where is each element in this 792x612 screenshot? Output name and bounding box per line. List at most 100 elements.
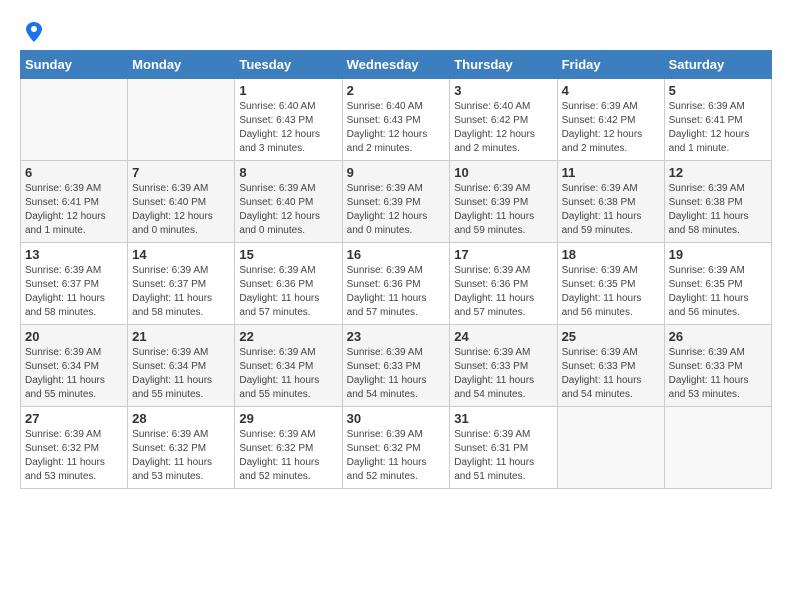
day-detail: Sunrise: 6:39 AM Sunset: 6:37 PM Dayligh… — [132, 264, 230, 320]
page-header — [20, 20, 772, 40]
calendar-cell: 16 Sunrise: 6:39 AM Sunset: 6:36 PM Dayli… — [342, 243, 450, 325]
day-detail: Sunrise: 6:39 AM Sunset: 6:34 PM Dayligh… — [239, 346, 337, 402]
day-number: 31 — [454, 411, 552, 426]
day-detail: Sunrise: 6:39 AM Sunset: 6:32 PM Dayligh… — [132, 428, 230, 484]
day-number: 2 — [347, 83, 446, 98]
calendar-cell: 9 Sunrise: 6:39 AM Sunset: 6:39 PM Daylig… — [342, 161, 450, 243]
day-detail: Sunrise: 6:39 AM Sunset: 6:35 PM Dayligh… — [669, 264, 767, 320]
day-detail: Sunrise: 6:39 AM Sunset: 6:33 PM Dayligh… — [669, 346, 767, 402]
calendar-cell: 20 Sunrise: 6:39 AM Sunset: 6:34 PM Dayli… — [21, 325, 128, 407]
day-number: 22 — [239, 329, 337, 344]
day-detail: Sunrise: 6:39 AM Sunset: 6:39 PM Dayligh… — [454, 182, 552, 238]
day-detail: Sunrise: 6:39 AM Sunset: 6:41 PM Dayligh… — [669, 100, 767, 156]
day-detail: Sunrise: 6:39 AM Sunset: 6:36 PM Dayligh… — [239, 264, 337, 320]
calendar-cell: 1 Sunrise: 6:40 AM Sunset: 6:43 PM Daylig… — [235, 79, 342, 161]
calendar-cell: 24 Sunrise: 6:39 AM Sunset: 6:33 PM Dayli… — [450, 325, 557, 407]
calendar-cell: 12Sunrise: 6:39 AM Sunset: 6:38 PM Dayli… — [664, 161, 771, 243]
day-detail: Sunrise: 6:39 AM Sunset: 6:34 PM Dayligh… — [25, 346, 123, 402]
calendar-cell — [21, 79, 128, 161]
calendar-cell: 11 Sunrise: 6:39 AM Sunset: 6:38 PM Dayli… — [557, 161, 664, 243]
day-detail: Sunrise: 6:39 AM Sunset: 6:33 PM Dayligh… — [454, 346, 552, 402]
logo-icon — [22, 20, 46, 44]
day-number: 16 — [347, 247, 446, 262]
calendar-week-row: 13Sunrise: 6:39 AM Sunset: 6:37 PM Dayli… — [21, 243, 772, 325]
day-number: 1 — [239, 83, 337, 98]
logo — [20, 20, 46, 40]
day-of-week-header: Saturday — [664, 51, 771, 79]
day-number: 8 — [239, 165, 337, 180]
day-number: 5 — [669, 83, 767, 98]
day-of-week-header: Wednesday — [342, 51, 450, 79]
day-number: 10 — [454, 165, 552, 180]
calendar-cell: 27Sunrise: 6:39 AM Sunset: 6:32 PM Dayli… — [21, 407, 128, 489]
day-number: 25 — [562, 329, 660, 344]
day-number: 12 — [669, 165, 767, 180]
calendar-table: SundayMondayTuesdayWednesdayThursdayFrid… — [20, 50, 772, 489]
day-number: 20 — [25, 329, 123, 344]
calendar-cell: 18 Sunrise: 6:39 AM Sunset: 6:35 PM Dayli… — [557, 243, 664, 325]
calendar-cell — [128, 79, 235, 161]
day-detail: Sunrise: 6:39 AM Sunset: 6:35 PM Dayligh… — [562, 264, 660, 320]
day-detail: Sunrise: 6:39 AM Sunset: 6:34 PM Dayligh… — [132, 346, 230, 402]
day-number: 21 — [132, 329, 230, 344]
calendar-cell: 15 Sunrise: 6:39 AM Sunset: 6:36 PM Dayli… — [235, 243, 342, 325]
day-number: 18 — [562, 247, 660, 262]
calendar-cell: 23 Sunrise: 6:39 AM Sunset: 6:33 PM Dayli… — [342, 325, 450, 407]
day-detail: Sunrise: 6:39 AM Sunset: 6:38 PM Dayligh… — [562, 182, 660, 238]
day-number: 9 — [347, 165, 446, 180]
day-detail: Sunrise: 6:39 AM Sunset: 6:41 PM Dayligh… — [25, 182, 123, 238]
day-detail: Sunrise: 6:39 AM Sunset: 6:36 PM Dayligh… — [454, 264, 552, 320]
day-number: 3 — [454, 83, 552, 98]
day-detail: Sunrise: 6:39 AM Sunset: 6:32 PM Dayligh… — [239, 428, 337, 484]
calendar-cell: 26Sunrise: 6:39 AM Sunset: 6:33 PM Dayli… — [664, 325, 771, 407]
calendar-cell: 31 Sunrise: 6:39 AM Sunset: 6:31 PM Dayli… — [450, 407, 557, 489]
calendar-cell: 5 Sunrise: 6:39 AM Sunset: 6:41 PM Daylig… — [664, 79, 771, 161]
day-of-week-header: Thursday — [450, 51, 557, 79]
calendar-week-row: 20 Sunrise: 6:39 AM Sunset: 6:34 PM Dayli… — [21, 325, 772, 407]
calendar-cell: 6 Sunrise: 6:39 AM Sunset: 6:41 PM Daylig… — [21, 161, 128, 243]
day-number: 28 — [132, 411, 230, 426]
calendar-cell: 21 Sunrise: 6:39 AM Sunset: 6:34 PM Dayli… — [128, 325, 235, 407]
day-of-week-header: Friday — [557, 51, 664, 79]
calendar-cell: 7 Sunrise: 6:39 AM Sunset: 6:40 PM Daylig… — [128, 161, 235, 243]
calendar-week-row: 6 Sunrise: 6:39 AM Sunset: 6:41 PM Daylig… — [21, 161, 772, 243]
calendar-cell: 3 Sunrise: 6:40 AM Sunset: 6:42 PM Daylig… — [450, 79, 557, 161]
day-detail: Sunrise: 6:39 AM Sunset: 6:40 PM Dayligh… — [132, 182, 230, 238]
calendar-cell: 19 Sunrise: 6:39 AM Sunset: 6:35 PM Dayli… — [664, 243, 771, 325]
day-detail: Sunrise: 6:40 AM Sunset: 6:43 PM Dayligh… — [239, 100, 337, 156]
day-number: 14 — [132, 247, 230, 262]
calendar-cell — [664, 407, 771, 489]
day-detail: Sunrise: 6:39 AM Sunset: 6:40 PM Dayligh… — [239, 182, 337, 238]
day-detail: Sunrise: 6:39 AM Sunset: 6:33 PM Dayligh… — [562, 346, 660, 402]
day-detail: Sunrise: 6:40 AM Sunset: 6:42 PM Dayligh… — [454, 100, 552, 156]
day-of-week-header: Tuesday — [235, 51, 342, 79]
calendar-week-row: 27 Sunrise: 6:39 AM Sunset: 6:32 PM Dayli… — [21, 407, 772, 489]
calendar-cell: 28 Sunrise: 6:39 AM Sunset: 6:32 PM Dayli… — [128, 407, 235, 489]
day-number: 30 — [347, 411, 446, 426]
calendar-cell: 13Sunrise: 6:39 AM Sunset: 6:37 PM Dayli… — [21, 243, 128, 325]
day-number: 11 — [562, 165, 660, 180]
calendar-cell: 25 Sunrise: 6:39 AM Sunset: 6:33 PM Dayli… — [557, 325, 664, 407]
day-number: 7 — [132, 165, 230, 180]
calendar-cell — [557, 407, 664, 489]
day-number: 15 — [239, 247, 337, 262]
day-detail: Sunrise: 6:39 AM Sunset: 6:37 PM Dayligh… — [25, 264, 123, 320]
day-detail: Sunrise: 6:39 AM Sunset: 6:33 PM Dayligh… — [347, 346, 446, 402]
day-detail: Sunrise: 6:39 AM Sunset: 6:32 PM Dayligh… — [347, 428, 446, 484]
day-number: 19 — [669, 247, 767, 262]
calendar-cell: 29 Sunrise: 6:39 AM Sunset: 6:32 PM Dayli… — [235, 407, 342, 489]
calendar-cell: 4Sunrise: 6:39 AM Sunset: 6:42 PM Daylig… — [557, 79, 664, 161]
day-number: 24 — [454, 329, 552, 344]
calendar-cell: 22 Sunrise: 6:39 AM Sunset: 6:34 PM Dayli… — [235, 325, 342, 407]
calendar-week-row: 1 Sunrise: 6:40 AM Sunset: 6:43 PM Daylig… — [21, 79, 772, 161]
day-of-week-header: Monday — [128, 51, 235, 79]
day-number: 27 — [25, 411, 123, 426]
day-detail: Sunrise: 6:39 AM Sunset: 6:31 PM Dayligh… — [454, 428, 552, 484]
day-of-week-header: Sunday — [21, 51, 128, 79]
day-number: 17 — [454, 247, 552, 262]
day-number: 23 — [347, 329, 446, 344]
day-detail: Sunrise: 6:39 AM Sunset: 6:36 PM Dayligh… — [347, 264, 446, 320]
day-number: 29 — [239, 411, 337, 426]
day-number: 6 — [25, 165, 123, 180]
day-detail: Sunrise: 6:39 AM Sunset: 6:39 PM Dayligh… — [347, 182, 446, 238]
